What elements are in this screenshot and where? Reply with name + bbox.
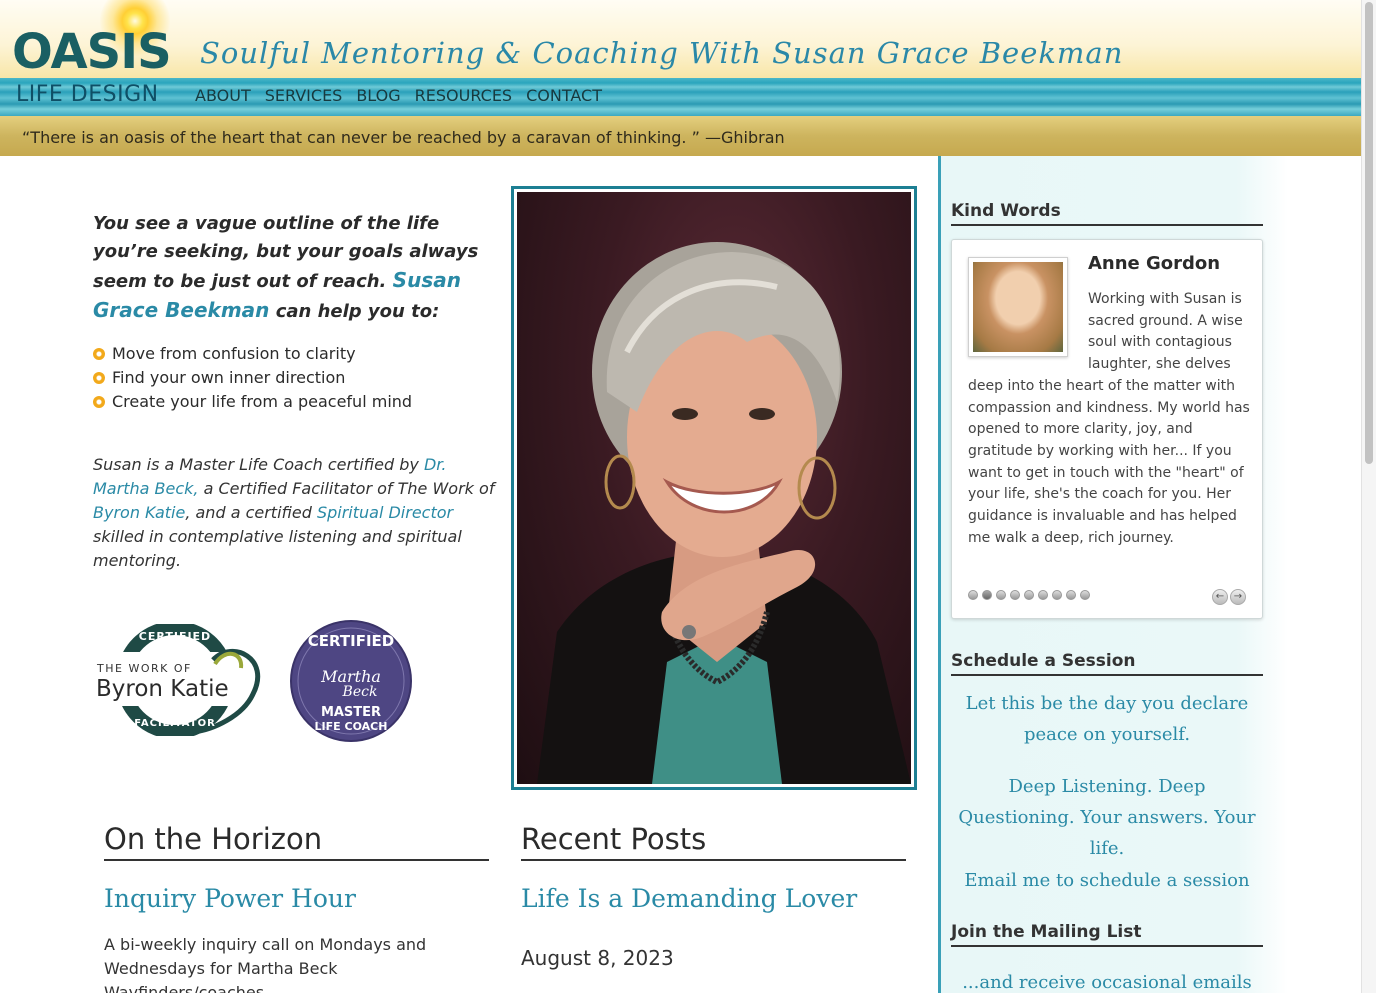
nav-about[interactable]: ABOUT [195,87,251,105]
header-quote: “There is an oasis of the heart that can… [22,128,785,147]
list-item: Create your life from a peaceful mind [93,390,412,414]
intro-tail: can help you to: [275,301,440,322]
portrait-photo [517,192,911,784]
byron-katie-badge[interactable]: CERTIFIED THE WORK OF Byron Katie FACILI… [93,624,268,736]
portrait-frame [511,186,917,790]
recent-posts-heading: Recent Posts [521,821,906,861]
bio-text: Susan is a Master Life Coach certified b… [93,455,419,474]
horizon-event-link[interactable]: Inquiry Power Hour [104,884,356,913]
badge-beck-bottom2: LIFE COACH [315,720,388,733]
badge-beck-top: CERTIFIED [308,632,394,650]
testimonial-text-wrap: Working with Susan is sacred ground. A w… [968,289,1250,549]
nav-contact[interactable]: CONTACT [526,87,602,105]
next-arrow-icon[interactable]: → [1230,589,1246,605]
bullet-icon [93,396,105,408]
horizon-heading: On the Horizon [104,821,489,861]
prev-arrow-icon[interactable]: ← [1212,589,1228,605]
bio-text: skilled in contemplative listening and s… [93,527,462,570]
scrollbar-thumb[interactable] [1365,2,1373,464]
horizon-event-text: A bi-weekly inquiry call on Mondays and … [104,935,427,993]
schedule-line1: Let this be the day you declare peace on… [965,693,1249,745]
slider-dot[interactable] [1080,590,1090,600]
martha-beck-badge[interactable]: CERTIFIED Martha Beck MASTER LIFE COACH [288,620,415,742]
bullet-icon [93,348,105,360]
list-item-text: Find your own inner direction [112,368,346,387]
badge-katie-bottom: FACILITATOR [134,718,216,729]
bio-text: , and a certified [185,503,312,522]
bullet-icon [93,372,105,384]
testimonial-slider: Anne Gordon Working with Susan is sacred… [951,239,1263,619]
slider-dot[interactable] [968,590,978,600]
slider-dot[interactable] [996,590,1006,600]
recent-post-link[interactable]: Life Is a Demanding Lover [521,884,857,913]
list-item: Move from confusion to clarity [93,342,412,366]
site-header: OASIS Soulful Mentoring & Coaching With … [0,0,1361,156]
badge-katie-line1: THE WORK OF [96,662,192,675]
list-item-text: Create your life from a peaceful mind [112,392,413,411]
intro-paragraph: You see a vague outline of the life you’… [93,210,498,326]
schedule-email-link[interactable]: Email me to schedule a session [951,865,1263,896]
slider-dot-active[interactable] [982,590,992,600]
site-tagline: Soulful Mentoring & Coaching With Susan … [200,36,1124,70]
nav-resources[interactable]: RESOURCES [415,87,512,105]
slider-dots [968,590,1090,600]
slider-dot[interactable] [1024,590,1034,600]
kind-words-heading: Kind Words [951,200,1263,226]
mailing-list-text: ...and receive occasional emails with [962,972,1252,993]
list-item-text: Move from confusion to clarity [112,344,356,363]
spiritual-director-link[interactable]: Spiritual Director [317,503,453,522]
badge-katie-top: CERTIFIED [139,630,211,643]
page-scrollbar[interactable] [1361,0,1376,993]
slider-dot[interactable] [1010,590,1020,600]
badge-beck-bottom1: MASTER [321,705,381,720]
slider-dot[interactable] [1066,590,1076,600]
main-nav: ABOUT SERVICES BLOG RESOURCES CONTACT [195,87,602,105]
bio-text: a Certified Facilitator of The Work of [203,479,495,498]
testimonial-author: Anne Gordon [1088,253,1221,274]
byron-katie-link[interactable]: Byron Katie [93,503,185,522]
recent-post-date: August 8, 2023 [521,946,674,970]
list-item: Find your own inner direction [93,366,412,390]
badge-beck-line2: Beck [342,684,378,700]
nav-services[interactable]: SERVICES [265,87,343,105]
mailing-list-heading: Join the Mailing List [951,921,1263,947]
slider-dot[interactable] [1038,590,1048,600]
badge-katie-line2: Byron Katie [96,676,229,702]
schedule-line2: Deep Listening. Deep Questioning. Your a… [958,776,1256,859]
nav-blog[interactable]: BLOG [356,87,400,105]
slider-arrows: ← → [1212,589,1246,605]
bio-paragraph: Susan is a Master Life Coach certified b… [93,453,503,573]
benefits-list: Move from confusion to clarity Find your… [93,342,412,414]
logo-oasis[interactable]: OASIS [12,28,172,76]
logo-life-design[interactable]: LIFE DESIGN [16,84,159,106]
slider-dot[interactable] [1052,590,1062,600]
portrait-illustration [537,242,911,784]
schedule-heading: Schedule a Session [951,650,1263,676]
